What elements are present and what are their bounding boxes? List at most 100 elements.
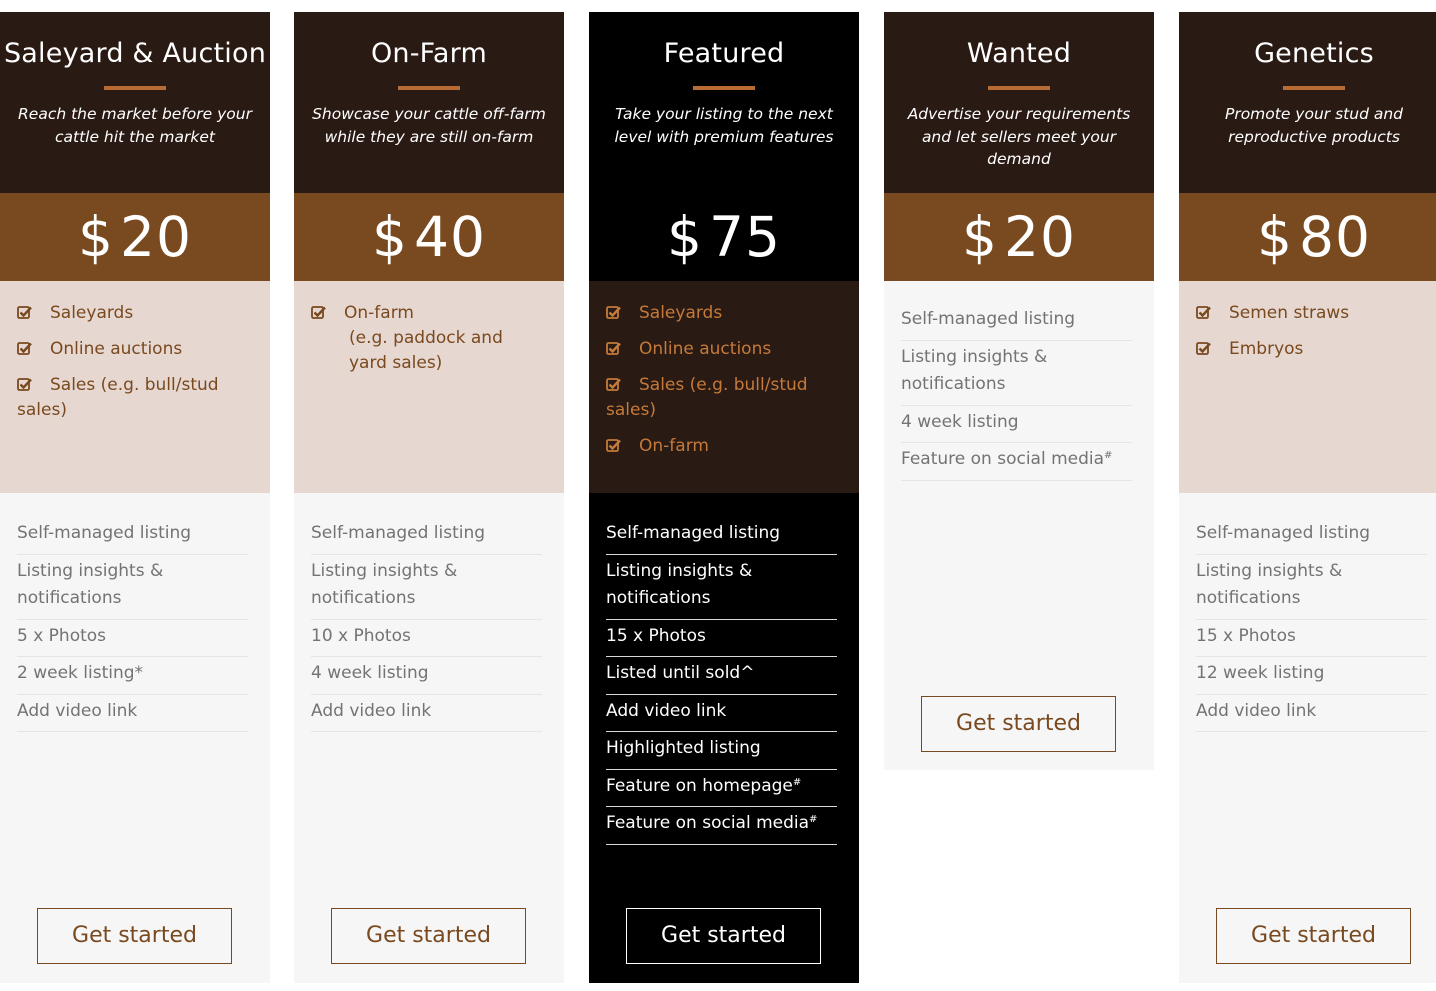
feature-item: 12 week listing [1196,657,1427,695]
feature-item: 15 x Photos [1196,620,1427,657]
plan-title: Genetics [1254,38,1374,69]
plan-header: Saleyard & Auction Reach the market befo… [0,12,270,193]
currency-symbol: $ [1257,205,1293,269]
checkbox-checked-icon [17,306,32,319]
footnote-mark: # [809,814,818,825]
checklist-item: On-farm (e.g. paddock and yard sales) [311,301,546,376]
feature-item: 4 week listing [901,406,1132,443]
checkbox-checked-icon [1196,306,1211,319]
plan-price: $80 [1179,193,1436,281]
plan-features: Self-managed listing Listing insights & … [0,493,270,983]
checklist-item: Saleyards [606,301,841,326]
currency-symbol: $ [962,205,998,269]
accent-divider [104,86,166,90]
feature-item: 15 x Photos [606,620,837,657]
checkbox-checked-icon [1196,342,1211,355]
plan-subtitle: Take your listing to the next level with… [614,105,834,146]
get-started-button[interactable]: Get started [331,908,526,964]
plan-header: On-Farm Showcase your cattle off-farm wh… [294,12,564,193]
currency-symbol: $ [78,205,114,269]
get-started-button[interactable]: Get started [921,696,1116,752]
plan-price: $75 [589,193,859,281]
feature-item: Listing insights & notifications [901,341,1132,406]
plan-card-wanted: Wanted Advertise your requirements and l… [884,12,1154,770]
plan-checklist: On-farm (e.g. paddock and yard sales) [294,281,564,493]
plan-features: Self-managed listing Listing insights & … [884,281,1154,770]
checkbox-checked-icon [606,342,621,355]
plan-card-genetics: Genetics Promote your stud and reproduct… [1179,12,1436,983]
feature-item: Self-managed listing [606,517,837,555]
feature-item: Add video link [1196,695,1427,732]
plan-checklist: Saleyards Online auctions Sales (e.g. bu… [0,281,270,493]
plan-subtitle: Showcase your cattle off-farm while they… [312,105,546,146]
feature-item: 5 x Photos [17,620,248,657]
feature-item: Self-managed listing [1196,517,1427,555]
checklist-item: Online auctions [17,337,252,362]
feature-item: 10 x Photos [311,620,542,657]
feature-item: Feature on social media# [606,807,837,845]
plan-features: Self-managed listing Listing insights & … [1179,493,1436,983]
feature-item: Add video link [606,695,837,732]
plan-title: Saleyard & Auction [3,38,267,69]
plan-checklist: Saleyards Online auctions Sales (e.g. bu… [589,281,859,493]
plan-header: Featured Take your listing to the next l… [589,12,859,193]
plan-title: Wanted [966,38,1072,69]
plan-header: Wanted Advertise your requirements and l… [884,12,1154,193]
get-started-button[interactable]: Get started [626,908,821,964]
price-value: 40 [414,205,486,269]
checklist-item-detail: (e.g. paddock and yard sales) [349,328,503,373]
plan-features: Self-managed listing Listing insights & … [294,493,564,983]
feature-item: Listing insights & notifications [311,555,542,620]
footnote-mark: # [792,776,802,788]
feature-item: Listing insights & notifications [606,555,837,620]
feature-item: Self-managed listing [901,303,1132,341]
plan-price: $20 [884,193,1154,281]
feature-item: Add video link [311,695,542,732]
plan-title: Featured [663,38,785,69]
feature-item: Feature on homepage# [606,770,837,807]
feature-item: Listed until sold^ [606,657,837,695]
plan-subtitle: Reach the market before your cattle hit … [18,105,252,146]
plan-subtitle: Advertise your requirements and let sell… [907,105,1131,168]
price-value: 75 [709,205,781,269]
plan-checklist: Semen straws Embryos [1179,281,1436,493]
feature-item: Listing insights & notifications [17,555,248,620]
accent-divider [693,86,755,90]
checkbox-checked-icon [606,439,621,452]
plan-price: $20 [0,193,270,281]
checklist-item: Saleyards [17,301,252,326]
plan-card-saleyard-auction: Saleyard & Auction Reach the market befo… [0,12,270,983]
checklist-item: Semen straws [1196,301,1431,326]
currency-symbol: $ [372,205,408,269]
checkbox-checked-icon [17,378,32,391]
get-started-button[interactable]: Get started [37,908,232,964]
footnote-mark: # [1104,450,1113,461]
get-started-button[interactable]: Get started [1216,908,1411,964]
checklist-item: Embryos [1196,337,1431,362]
checkbox-checked-icon [606,378,621,391]
accent-divider [1283,86,1345,90]
price-value: 20 [120,205,192,269]
checkbox-checked-icon [606,306,621,319]
plan-subtitle: Promote your stud and reproductive produ… [1224,105,1403,146]
feature-item: Listing insights & notifications [1196,555,1427,620]
price-value: 20 [1004,205,1076,269]
checklist-item: Sales (e.g. bull/stud sales) [606,375,808,420]
plan-features: Self-managed listing Listing insights & … [589,493,859,983]
checkbox-checked-icon [17,342,32,355]
accent-divider [988,86,1050,90]
feature-item: Feature on social media# [901,443,1132,481]
plan-header: Genetics Promote your stud and reproduct… [1179,12,1436,193]
checkbox-checked-icon [311,306,326,319]
plan-card-featured: Featured Take your listing to the next l… [589,12,859,983]
feature-item: 4 week listing [311,657,542,695]
feature-item: 2 week listing* [17,657,248,695]
checklist-item: On-farm [606,434,841,459]
feature-item: Self-managed listing [311,517,542,555]
plan-price: $40 [294,193,564,281]
accent-divider [398,86,460,90]
price-value: 80 [1299,205,1371,269]
plan-card-on-farm: On-Farm Showcase your cattle off-farm wh… [294,12,564,983]
feature-item: Highlighted listing [606,732,837,770]
plan-title: On-Farm [370,38,488,69]
